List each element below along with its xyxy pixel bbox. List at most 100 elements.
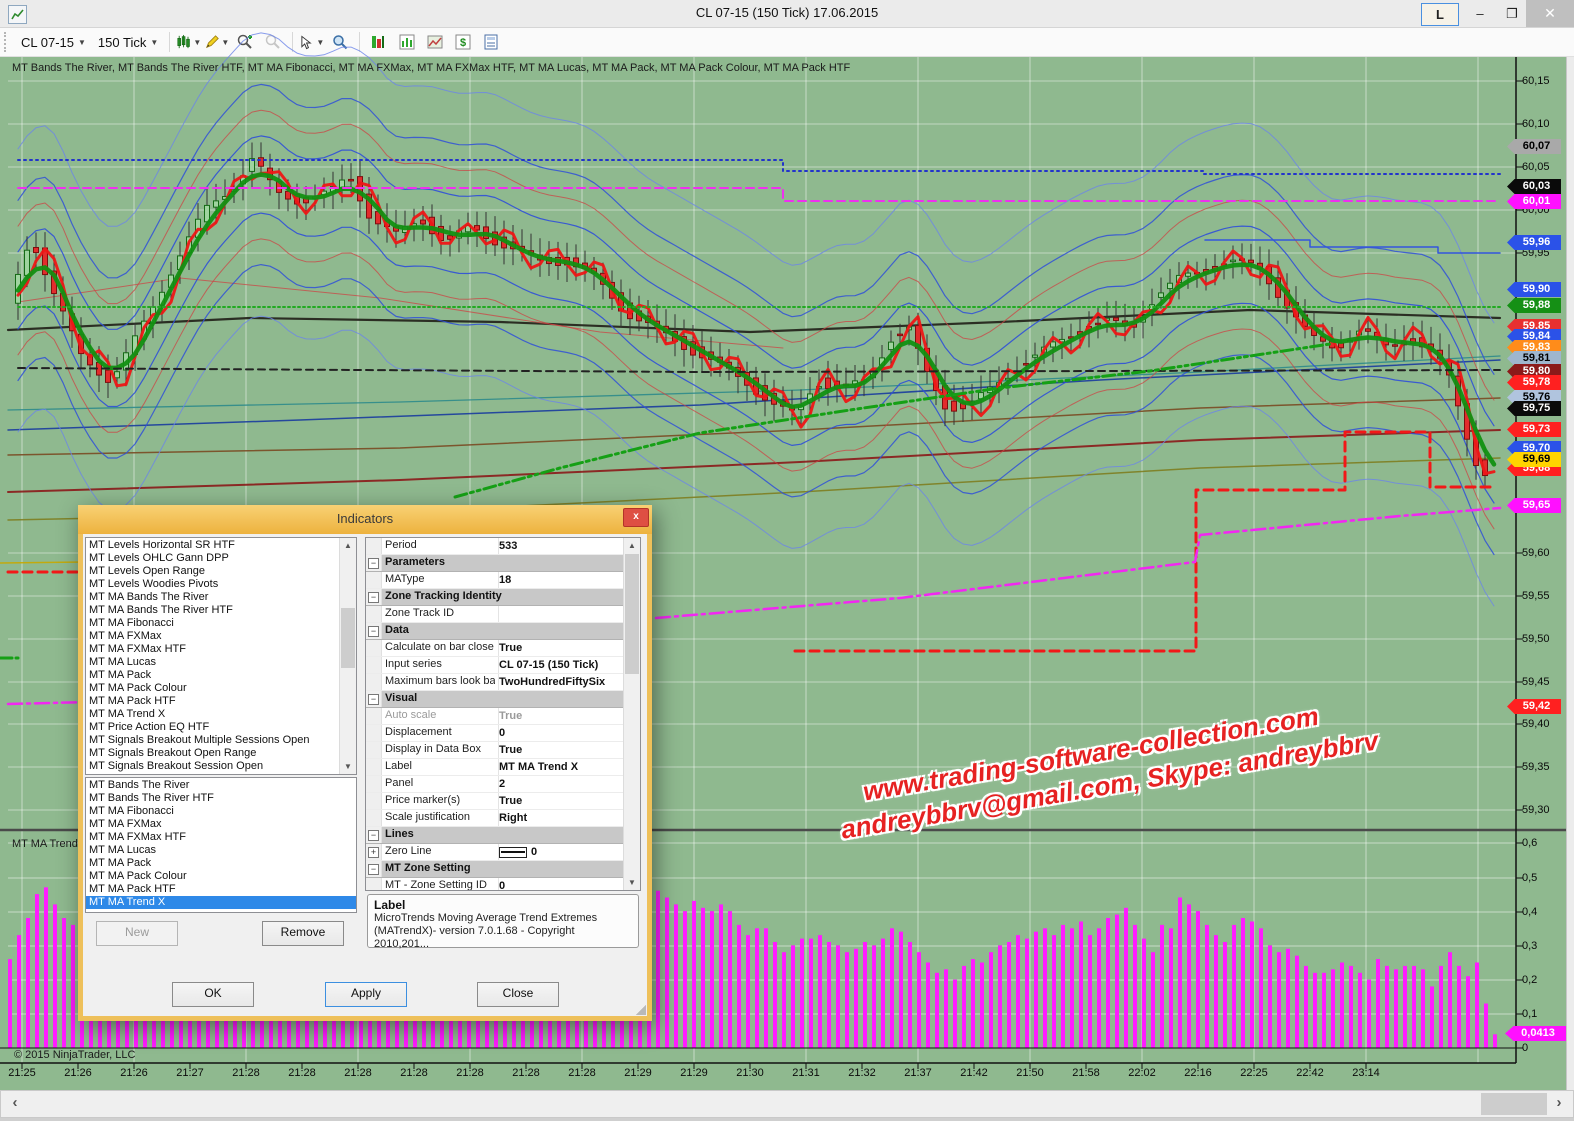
collapse-icon[interactable]: − [368, 626, 379, 637]
scrollbar-thumb[interactable] [341, 608, 355, 668]
time-tick-label: 21:28 [288, 1067, 316, 1079]
list-item[interactable]: MT MA FXMax [86, 630, 339, 643]
property-row[interactable]: Display in Data BoxTrue [366, 742, 624, 759]
property-value[interactable]: 0 [499, 725, 622, 741]
list-item[interactable]: MT Bands The River HTF [86, 792, 356, 805]
property-value[interactable]: 0 [499, 878, 622, 891]
properties-scrollbar[interactable]: ▲ ▼ [623, 538, 640, 890]
list-item[interactable]: MT MA Pack HTF [86, 883, 356, 896]
property-row[interactable]: Scale justificationRight [366, 810, 624, 827]
remove-button[interactable]: Remove [262, 921, 344, 946]
scrollbar-thumb[interactable] [625, 554, 639, 674]
scroll-up-icon[interactable]: ▲ [624, 538, 640, 553]
property-value[interactable] [499, 606, 622, 622]
row-gutter [366, 640, 382, 656]
list-item[interactable]: MT Bands The River [86, 779, 356, 792]
list-item[interactable]: MT MA FXMax HTF [86, 643, 339, 656]
available-list-scrollbar[interactable]: ▲ ▼ [339, 538, 356, 774]
new-button[interactable]: New [96, 921, 178, 946]
indicators-dialog: Indicators x MT Levels Horizontal SR HTF… [78, 505, 652, 1021]
property-value[interactable]: CL 07-15 (150 Tick) [499, 657, 622, 673]
price-tick-label: 0,5 [1522, 872, 1568, 885]
list-item[interactable]: MT MA Fibonacci [86, 617, 339, 630]
list-item[interactable]: MT MA Bands The River [86, 591, 339, 604]
list-item[interactable]: MT MA FXMax HTF [86, 831, 356, 844]
property-value[interactable]: 18 [499, 572, 622, 588]
property-row[interactable]: Displacement0 [366, 725, 624, 742]
list-item[interactable]: MT MA Pack Colour [86, 682, 339, 695]
properties-grid[interactable]: Period533−ParametersMAType18−Zone Tracki… [365, 537, 641, 891]
list-item[interactable]: MT Levels Horizontal SR HTF [86, 539, 339, 552]
list-item[interactable]: MT MA Lucas [86, 844, 356, 857]
list-item[interactable]: MT MA Trend X [86, 896, 356, 909]
horizontal-scrollbar[interactable]: ‹ › [0, 1090, 1574, 1118]
property-row[interactable]: MT - Zone Setting ID0 [366, 878, 624, 891]
property-value[interactable]: 2 [499, 776, 622, 792]
property-value[interactable]: True [499, 640, 622, 656]
property-row[interactable]: Price marker(s)True [366, 793, 624, 810]
property-row[interactable]: Period533 [366, 538, 624, 555]
list-item[interactable]: MT MA Lucas [86, 656, 339, 669]
scroll-right-icon[interactable]: › [1547, 1091, 1571, 1117]
collapse-icon[interactable]: − [368, 558, 379, 569]
list-item[interactable]: MT Signals Breakout Session Open [86, 760, 339, 773]
price-marker: 59,69 [1507, 452, 1561, 467]
collapse-icon[interactable]: − [368, 592, 379, 603]
property-section-row[interactable]: −Zone Tracking Identity [366, 589, 624, 606]
list-item[interactable]: MT Signals Breakout Open Range [86, 747, 339, 760]
property-row[interactable]: Input seriesCL 07-15 (150 Tick) [366, 657, 624, 674]
property-section-row[interactable]: −Visual [366, 691, 624, 708]
list-item[interactable]: MT Price Action EQ HTF [86, 721, 339, 734]
scroll-down-icon[interactable]: ▼ [340, 759, 356, 774]
property-row[interactable]: MAType18 [366, 572, 624, 589]
scroll-left-icon[interactable]: ‹ [3, 1091, 27, 1117]
list-item[interactable]: MT MA Bands The River HTF [86, 604, 339, 617]
collapse-icon[interactable]: − [368, 830, 379, 841]
expand-icon[interactable]: + [368, 847, 379, 858]
list-item[interactable]: MT MA Fibonacci [86, 805, 356, 818]
resize-grip[interactable] [636, 1005, 646, 1015]
list-item[interactable]: MT MA Pack HTF [86, 695, 339, 708]
property-row[interactable]: Zone Track ID [366, 606, 624, 623]
property-value[interactable]: 0 [499, 844, 622, 860]
property-value[interactable]: MT MA Trend X [499, 759, 622, 775]
time-tick-label: 21:29 [680, 1067, 708, 1079]
list-item[interactable]: MT Levels Open Range [86, 565, 339, 578]
property-section-row[interactable]: −Parameters [366, 555, 624, 572]
scroll-down-icon[interactable]: ▼ [624, 875, 640, 890]
apply-button[interactable]: Apply [325, 982, 407, 1007]
available-indicators-list[interactable]: MT Levels Horizontal SR HTFMT Levels OHL… [85, 537, 357, 775]
property-section-row[interactable]: −MT Zone Setting [366, 861, 624, 878]
list-item[interactable]: MT Levels OHLC Gann DPP [86, 552, 339, 565]
applied-indicators-list[interactable]: MT Bands The RiverMT Bands The River HTF… [85, 777, 357, 913]
property-row[interactable]: Panel2 [366, 776, 624, 793]
scroll-up-icon[interactable]: ▲ [340, 538, 356, 553]
list-item[interactable]: MT MA Pack Colour [86, 870, 356, 883]
property-value[interactable]: Right [499, 810, 622, 826]
scrollbar-thumb[interactable] [1481, 1093, 1547, 1115]
property-value[interactable]: True [499, 708, 622, 724]
property-section-row[interactable]: −Lines [366, 827, 624, 844]
list-item[interactable]: MT Levels Woodies Pivots [86, 578, 339, 591]
property-value[interactable]: True [499, 742, 622, 758]
dialog-titlebar[interactable]: Indicators x [78, 505, 652, 534]
property-row[interactable]: +Zero Line0 [366, 844, 624, 861]
list-item[interactable]: MT MA Trend X [86, 708, 339, 721]
list-item[interactable]: MT MA FXMax [86, 818, 356, 831]
property-value[interactable]: TwoHundredFiftySix [499, 674, 622, 690]
property-section-row[interactable]: −Data [366, 623, 624, 640]
property-value[interactable]: True [499, 793, 622, 809]
collapse-icon[interactable]: − [368, 864, 379, 875]
property-row[interactable]: Calculate on bar closeTrue [366, 640, 624, 657]
dialog-close-button[interactable]: x [623, 508, 649, 527]
list-item[interactable]: MT Signals Breakout Multiple Sessions Op… [86, 734, 339, 747]
property-row[interactable]: Maximum bars look baTwoHundredFiftySix [366, 674, 624, 691]
property-row[interactable]: LabelMT MA Trend X [366, 759, 624, 776]
list-item[interactable]: MT MA Pack [86, 669, 339, 682]
property-row[interactable]: Auto scaleTrue [366, 708, 624, 725]
close-dialog-button[interactable]: Close [477, 982, 559, 1007]
list-item[interactable]: MT MA Pack [86, 857, 356, 870]
ok-button[interactable]: OK [172, 982, 254, 1007]
collapse-icon[interactable]: − [368, 694, 379, 705]
property-value[interactable]: 533 [499, 538, 622, 554]
